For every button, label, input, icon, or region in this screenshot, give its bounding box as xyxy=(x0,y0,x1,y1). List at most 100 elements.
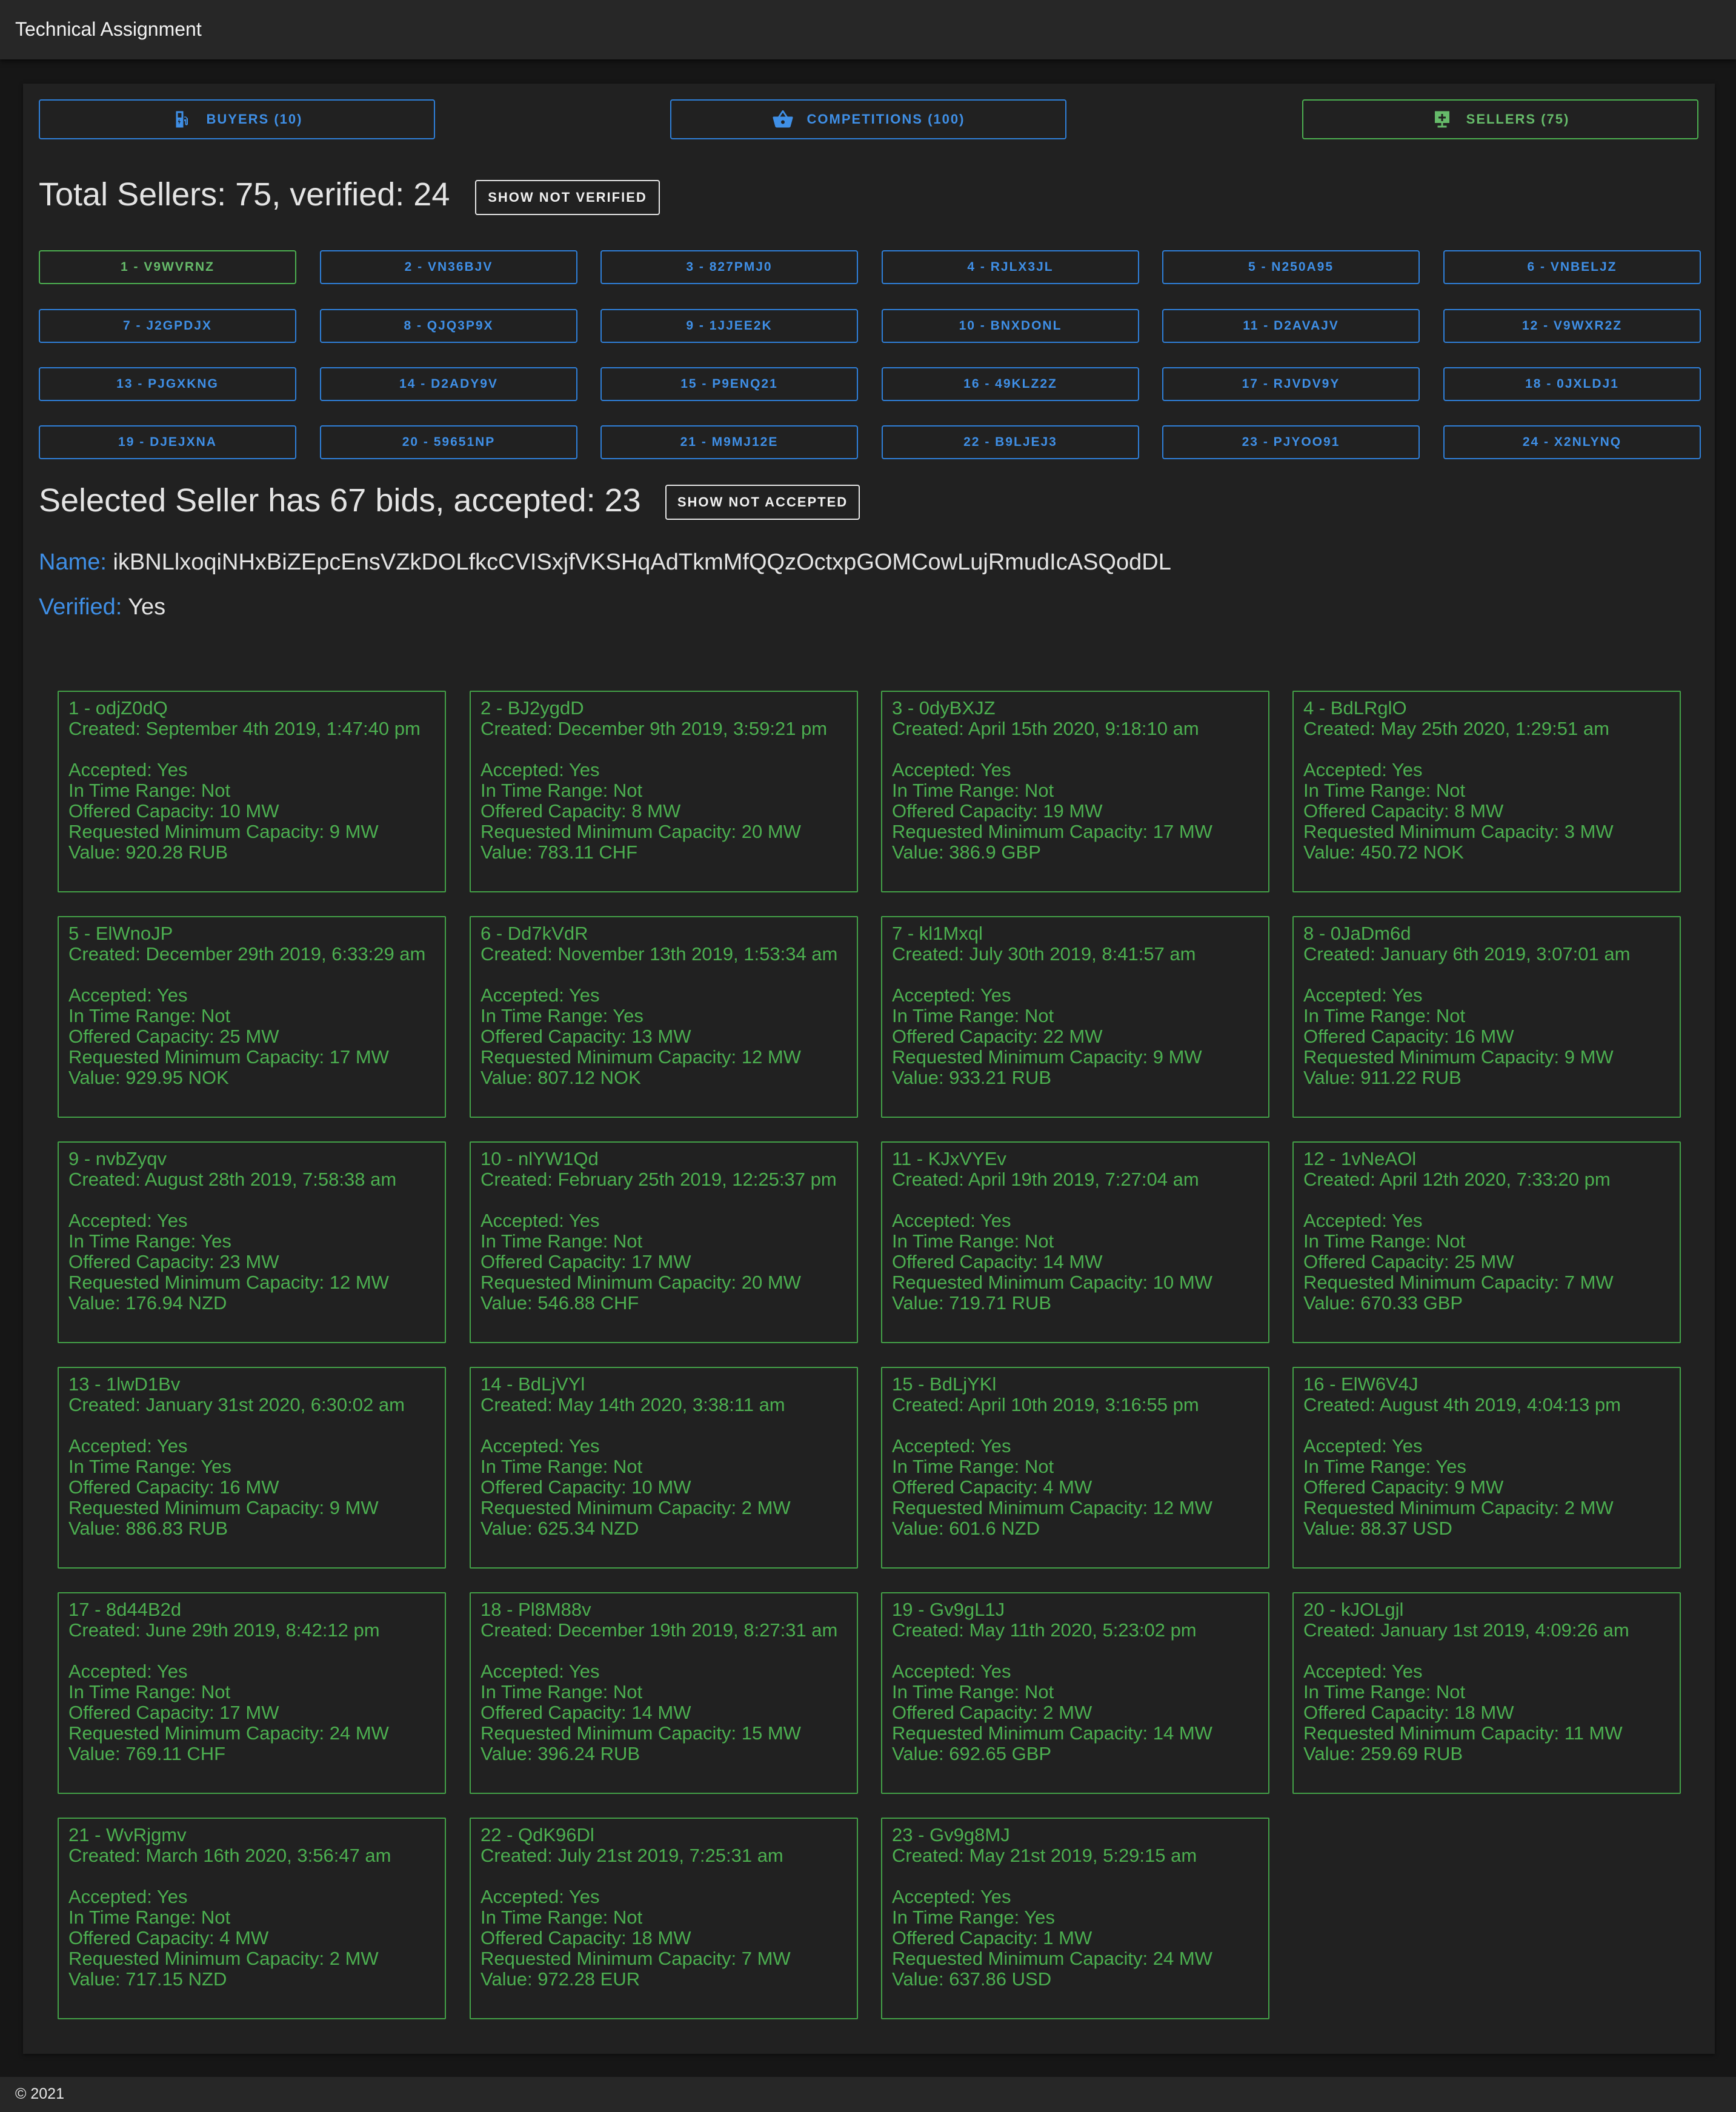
bid-created: Created: April 15th 2020, 9:18:10 am xyxy=(892,718,1199,739)
seller-button[interactable]: 18 - 0JXLDJ1 xyxy=(1443,367,1701,401)
bid-title: 18 - Pl8M88v xyxy=(481,1599,591,1620)
bid-time-range: In Time Range: Not xyxy=(1303,1005,1466,1026)
seller-button[interactable]: 1 - V9WVRNZ xyxy=(39,250,296,284)
bid-offered-capacity: Offered Capacity: 9 MW xyxy=(1303,1476,1504,1498)
bid-offered-capacity: Offered Capacity: 4 MW xyxy=(68,1927,269,1948)
bid-created: Created: April 19th 2019, 7:27:04 am xyxy=(892,1169,1199,1190)
bid-created: Created: January 1st 2019, 4:09:26 am xyxy=(1303,1619,1629,1641)
bid-value: Value: 783.11 CHF xyxy=(481,842,638,863)
show-not-accepted-button[interactable]: SHOW NOT ACCEPTED xyxy=(665,485,860,520)
seller-button[interactable]: 3 - 827PMJ0 xyxy=(600,250,858,284)
bid-card: 19 - Gv9gL1J Created: May 11th 2020, 5:23… xyxy=(881,1592,1269,1794)
bid-created: Created: July 30th 2019, 8:41:57 am xyxy=(892,943,1196,965)
seller-button[interactable]: 10 - BNXDONL xyxy=(882,309,1139,343)
seller-button[interactable]: 11 - D2AVAJV xyxy=(1162,309,1420,343)
seller-button[interactable]: 8 - QJQ3P9X xyxy=(320,309,577,343)
bid-time-range: In Time Range: Not xyxy=(892,1456,1054,1477)
seller-button[interactable]: 23 - PJYOO91 xyxy=(1162,425,1420,459)
seller-button[interactable]: 17 - RJVDV9Y xyxy=(1162,367,1420,401)
seller-button[interactable]: 5 - N250A95 xyxy=(1162,250,1420,284)
bid-card: 22 - QdK96Dl Created: July 21st 2019, 7:2… xyxy=(470,1818,858,2019)
bid-title: 11 - KJxVYEv xyxy=(892,1148,1006,1169)
bid-title: 21 - WvRjgmv xyxy=(68,1824,187,1845)
seller-button[interactable]: 15 - P9ENQ21 xyxy=(600,367,858,401)
bid-time-range: In Time Range: Yes xyxy=(68,1456,231,1477)
bid-time-range: In Time Range: Yes xyxy=(892,1907,1055,1928)
bid-created: Created: February 25th 2019, 12:25:37 pm xyxy=(481,1169,837,1190)
bid-accepted: Accepted: Yes xyxy=(68,1661,188,1682)
bid-accepted: Accepted: Yes xyxy=(68,985,188,1006)
bid-card: 3 - 0dyBXJZ Created: April 15th 2020, 9:1… xyxy=(881,691,1269,892)
bid-offered-capacity: Offered Capacity: 14 MW xyxy=(892,1251,1103,1272)
bid-requested-capacity: Requested Minimum Capacity: 2 MW xyxy=(481,1497,791,1518)
seller-button[interactable]: 13 - PJGXKNG xyxy=(39,367,296,401)
bid-value: Value: 933.21 RUB xyxy=(892,1067,1052,1088)
bid-created: Created: June 29th 2019, 8:42:12 pm xyxy=(68,1619,380,1641)
bid-card: 11 - KJxVYEv Created: April 19th 2019, 7:… xyxy=(881,1141,1269,1343)
seller-button[interactable]: 6 - VNBELJZ xyxy=(1443,250,1701,284)
bid-title: 3 - 0dyBXJZ xyxy=(892,697,996,719)
bid-card: 15 - BdLjYKl Created: April 10th 2019, 3:… xyxy=(881,1367,1269,1569)
bid-offered-capacity: Offered Capacity: 16 MW xyxy=(68,1476,279,1498)
show-not-verified-button[interactable]: SHOW NOT VERIFIED xyxy=(475,180,660,215)
seller-button[interactable]: 12 - V9WXR2Z xyxy=(1443,309,1701,343)
bid-offered-capacity: Offered Capacity: 25 MW xyxy=(1303,1251,1514,1272)
bid-requested-capacity: Requested Minimum Capacity: 20 MW xyxy=(481,1272,801,1293)
bid-created: Created: July 21st 2019, 7:25:31 am xyxy=(481,1845,783,1866)
buyers-button[interactable]: BUYERS (10) xyxy=(39,99,435,139)
bid-title: 4 - BdLRglO xyxy=(1303,697,1407,719)
bid-offered-capacity: Offered Capacity: 10 MW xyxy=(68,800,279,822)
bid-offered-capacity: Offered Capacity: 1 MW xyxy=(892,1927,1092,1948)
seller-button[interactable]: 4 - RJLX3JL xyxy=(882,250,1139,284)
bid-offered-capacity: Offered Capacity: 14 MW xyxy=(481,1702,691,1723)
bid-title: 9 - nvbZyqv xyxy=(68,1148,167,1169)
seller-button[interactable]: 22 - B9LJEJ3 xyxy=(882,425,1139,459)
seller-button[interactable]: 9 - 1JJEE2K xyxy=(600,309,858,343)
sellers-button[interactable]: SELLERS (75) xyxy=(1302,99,1698,139)
ev-charger-icon xyxy=(176,111,188,128)
bid-card: 5 - ElWnoJP Created: December 29th 2019, … xyxy=(58,916,446,1118)
bid-time-range: In Time Range: Not xyxy=(892,1681,1054,1702)
seller-button[interactable]: 7 - J2GPDJX xyxy=(39,309,296,343)
bid-created: Created: January 31st 2020, 6:30:02 am xyxy=(68,1394,405,1415)
bid-accepted: Accepted: Yes xyxy=(1303,1435,1423,1456)
copyright-text: © 2021 xyxy=(15,2085,64,2102)
bid-title: 13 - 1lwD1Bv xyxy=(68,1373,181,1395)
bid-accepted: Accepted: Yes xyxy=(1303,1661,1423,1682)
seller-button[interactable]: 16 - 49KLZ2Z xyxy=(882,367,1139,401)
seller-button[interactable]: 20 - 59651NP xyxy=(320,425,577,459)
bid-requested-capacity: Requested Minimum Capacity: 9 MW xyxy=(68,1497,379,1518)
bid-value: Value: 637.86 USD xyxy=(892,1968,1052,1990)
bid-card: 14 - BdLjVYl Created: May 14th 2020, 3:38… xyxy=(470,1367,858,1569)
seller-name-line: Name: ikBNLlxoqiNHxBiZEpcEnsVZkDOLfkcCVI… xyxy=(39,550,1171,576)
bid-created: Created: May 25th 2020, 1:29:51 am xyxy=(1303,718,1609,739)
bid-offered-capacity: Offered Capacity: 23 MW xyxy=(68,1251,279,1272)
bid-title: 6 - Dd7kVdR xyxy=(481,923,588,944)
competitions-button[interactable]: COMPETITIONS (100) xyxy=(670,99,1066,139)
seller-button[interactable]: 24 - X2NLYNQ xyxy=(1443,425,1701,459)
bid-value: Value: 546.88 CHF xyxy=(481,1292,639,1313)
bid-accepted: Accepted: Yes xyxy=(68,759,188,780)
bid-card: 16 - ElW6V4J Created: August 4th 2019, 4:… xyxy=(1292,1367,1681,1569)
bid-created: Created: December 29th 2019, 6:33:29 am xyxy=(68,943,426,965)
bid-accepted: Accepted: Yes xyxy=(481,759,600,780)
seller-button[interactable]: 14 - D2ADY9V xyxy=(320,367,577,401)
seller-button[interactable]: 21 - M9MJ12E xyxy=(600,425,858,459)
bid-card: 21 - WvRjgmv Created: March 16th 2020, 3:… xyxy=(58,1818,446,2019)
shopping-basket-icon xyxy=(772,110,793,128)
bid-title: 1 - odjZ0dQ xyxy=(68,697,168,719)
bid-card: 2 - BJ2ygdD Created: December 9th 2019, 3… xyxy=(470,691,858,892)
seller-button[interactable]: 19 - DJEJXNA xyxy=(39,425,296,459)
bid-created: Created: November 13th 2019, 1:53:34 am xyxy=(481,943,838,965)
bid-time-range: In Time Range: Not xyxy=(481,1456,643,1477)
bid-card: 23 - Gv9g8MJ Created: May 21st 2019, 5:29… xyxy=(881,1818,1269,2019)
bid-accepted: Accepted: Yes xyxy=(892,1886,1011,1907)
bid-created: Created: May 21st 2019, 5:29:15 am xyxy=(892,1845,1197,1866)
bid-requested-capacity: Requested Minimum Capacity: 12 MW xyxy=(68,1272,389,1293)
bid-accepted: Accepted: Yes xyxy=(68,1210,188,1231)
bid-time-range: In Time Range: Not xyxy=(481,780,643,801)
seller-button[interactable]: 2 - VN36BJV xyxy=(320,250,577,284)
seller-name-value: ikBNLlxoqiNHxBiZEpcEnsVZkDOLfkcCVISxjfVK… xyxy=(113,550,1171,575)
bid-title: 17 - 8d44B2d xyxy=(68,1599,182,1620)
bid-requested-capacity: Requested Minimum Capacity: 2 MW xyxy=(1303,1497,1614,1518)
